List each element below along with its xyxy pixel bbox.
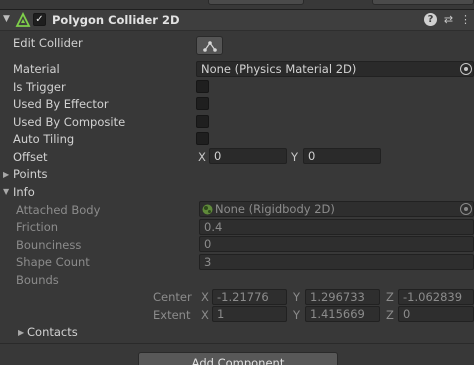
offset-y-value: 0 <box>308 149 316 163</box>
add-component-button[interactable]: Add Component <box>138 352 338 365</box>
extent-z-axis-label: Z <box>386 308 394 322</box>
shape-count-value: 3 <box>204 255 212 269</box>
info-foldout-icon[interactable]: ▼ <box>3 187 9 196</box>
is-trigger-label: Is Trigger <box>13 80 66 94</box>
bounciness-label: Bounciness <box>16 238 82 252</box>
center-x-axis-label: X <box>201 290 209 304</box>
center-x-value: -1.21776 <box>217 290 269 304</box>
is-trigger-checkbox[interactable] <box>196 80 209 93</box>
component-title: Polygon Collider 2D <box>52 13 180 27</box>
extent-z-field: 0 <box>398 306 474 322</box>
friction-value: 0.4 <box>204 220 223 234</box>
center-y-field: 1.296733 <box>305 289 380 305</box>
center-x-field: -1.21776 <box>212 289 287 305</box>
offset-x-axis-label[interactable]: X <box>198 150 206 164</box>
points-foldout-label[interactable]: Points <box>13 167 48 181</box>
component-header[interactable]: ▼ ✓ Polygon Collider 2D ? ⇄ ⋮ <box>0 9 474 31</box>
offset-y-field[interactable]: 0 <box>303 148 381 164</box>
extent-x-axis-label: X <box>201 308 209 322</box>
center-z-value: -1.062839 <box>403 290 463 304</box>
extent-y-value: 1.415669 <box>310 307 365 321</box>
polygon-collider-icon <box>15 12 31 27</box>
extent-x-value: 1 <box>217 307 225 321</box>
help-icon[interactable]: ? <box>424 13 437 26</box>
bounciness-field: 0 <box>199 236 474 252</box>
extent-label: Extent <box>153 308 191 322</box>
friction-field: 0.4 <box>199 219 474 235</box>
previous-field <box>372 0 474 5</box>
offset-x-value: 0 <box>214 149 222 163</box>
used-by-effector-label: Used By Effector <box>13 97 109 111</box>
material-label: Material <box>13 62 60 76</box>
attached-body-value: None (Rigidbody 2D) <box>215 202 335 216</box>
center-label: Center <box>153 290 192 304</box>
center-z-axis-label: Z <box>386 290 394 304</box>
previous-field <box>208 0 304 5</box>
object-picker-icon <box>460 203 472 215</box>
preset-icon[interactable]: ⇄ <box>442 13 455 26</box>
previous-component-strip <box>0 0 474 8</box>
used-by-composite-checkbox[interactable] <box>196 115 209 128</box>
auto-tiling-label: Auto Tiling <box>13 132 75 146</box>
extent-y-axis-label: Y <box>293 308 301 322</box>
edit-collider-button[interactable] <box>196 36 223 55</box>
offset-y-axis-label[interactable]: Y <box>291 150 298 164</box>
material-field[interactable]: None (Physics Material 2D) <box>196 61 474 77</box>
extent-x-field: 1 <box>212 306 287 322</box>
shape-count-label: Shape Count <box>16 255 90 269</box>
edit-collider-label: Edit Collider <box>13 36 83 50</box>
offset-x-field[interactable]: 0 <box>209 148 287 164</box>
points-foldout-icon[interactable]: ▶ <box>3 170 9 179</box>
material-value: None (Physics Material 2D) <box>201 62 357 76</box>
friction-label: Friction <box>16 220 59 234</box>
context-menu-icon[interactable]: ⋮ <box>459 13 472 26</box>
center-y-axis-label: Y <box>293 290 301 304</box>
contacts-foldout-icon[interactable]: ▶ <box>18 328 24 337</box>
bounds-label: Bounds <box>16 273 59 287</box>
component-enabled-checkbox[interactable]: ✓ <box>33 13 46 26</box>
bounciness-value: 0 <box>204 237 212 251</box>
object-picker-icon[interactable] <box>460 63 472 75</box>
extent-z-value: 0 <box>403 307 411 321</box>
used-by-effector-checkbox[interactable] <box>196 97 209 110</box>
used-by-composite-label: Used By Composite <box>13 115 126 129</box>
attached-body-field: None (Rigidbody 2D) <box>199 201 474 217</box>
attached-body-label: Attached Body <box>16 203 101 217</box>
center-y-value: 1.296733 <box>310 290 365 304</box>
extent-y-field: 1.415669 <box>305 306 380 322</box>
auto-tiling-checkbox[interactable] <box>196 132 209 145</box>
center-z-field: -1.062839 <box>398 289 474 305</box>
component-divider <box>0 343 474 344</box>
shape-count-field: 3 <box>199 254 474 270</box>
offset-label: Offset <box>13 150 48 164</box>
info-foldout-label[interactable]: Info <box>13 185 35 199</box>
edit-shape-icon <box>203 41 217 52</box>
foldout-arrow-icon[interactable]: ▼ <box>3 14 10 24</box>
rigidbody-icon <box>202 204 213 215</box>
contacts-foldout-label[interactable]: Contacts <box>27 325 78 339</box>
